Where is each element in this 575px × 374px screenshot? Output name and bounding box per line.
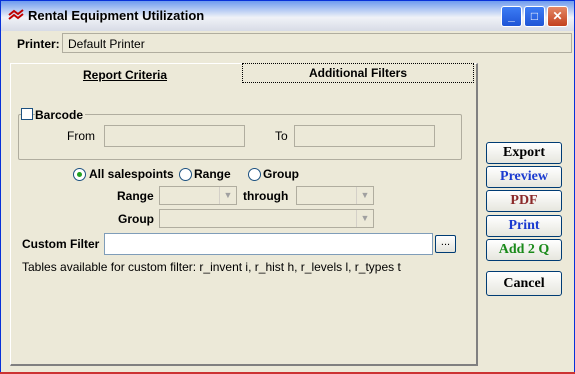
group-option-label: Group: [263, 167, 299, 181]
barcode-from-input[interactable]: [104, 125, 245, 147]
app-icon: [8, 9, 24, 20]
report-window: Rental Equipment Utilization _ □ ✕ Print…: [0, 0, 575, 374]
range-label: Range: [117, 189, 154, 203]
cancel-button[interactable]: Cancel: [486, 271, 562, 296]
window-title: Rental Equipment Utilization: [28, 8, 205, 23]
close-button[interactable]: ✕: [547, 6, 568, 27]
through-label: through: [243, 189, 289, 203]
maximize-icon: □: [530, 9, 539, 23]
printer-field[interactable]: Default Printer: [62, 33, 572, 53]
custom-filter-input[interactable]: [104, 233, 433, 255]
print-button[interactable]: Print: [486, 215, 562, 237]
from-label: From: [67, 129, 95, 143]
barcode-label: Barcode: [35, 108, 86, 122]
add-to-queue-button[interactable]: Add 2 Q: [486, 239, 562, 261]
range-option-label: Range: [194, 167, 231, 181]
tab-report-criteria-label: Report Criteria: [82, 68, 168, 82]
chevron-down-icon: ▼: [356, 187, 373, 204]
barcode-checkbox[interactable]: [21, 108, 33, 120]
printer-label: Printer:: [17, 37, 60, 51]
radio-group[interactable]: [248, 168, 261, 181]
custom-filter-label: Custom Filter: [22, 237, 100, 251]
range-to-select[interactable]: ▼: [296, 186, 374, 205]
preview-button[interactable]: Preview: [486, 166, 562, 188]
chevron-down-icon: ▼: [356, 210, 373, 227]
tables-info-text: Tables available for custom filter: r_in…: [22, 260, 401, 274]
chevron-down-icon: ▼: [219, 187, 236, 204]
group-label: Group: [118, 212, 154, 226]
minimize-icon: _: [508, 9, 515, 23]
radio-all-salespoints[interactable]: [73, 168, 86, 181]
minimize-button[interactable]: _: [501, 6, 522, 27]
group-select[interactable]: ▼: [159, 209, 374, 228]
close-icon: ✕: [552, 9, 563, 23]
tab-additional-filters[interactable]: Additional Filters: [242, 63, 474, 83]
tab-report-criteria[interactable]: Report Criteria: [10, 63, 240, 87]
to-label: To: [275, 129, 288, 143]
range-from-select[interactable]: ▼: [159, 186, 237, 205]
all-salespoints-label: All salespoints: [89, 167, 174, 181]
export-button[interactable]: Export: [486, 142, 562, 164]
pdf-button[interactable]: PDF: [486, 190, 562, 212]
barcode-to-input[interactable]: [294, 125, 435, 147]
custom-filter-browse-button[interactable]: ...: [435, 235, 456, 253]
title-bar[interactable]: Rental Equipment Utilization _ □ ✕: [1, 1, 574, 31]
radio-range[interactable]: [179, 168, 192, 181]
maximize-button[interactable]: □: [524, 6, 545, 27]
